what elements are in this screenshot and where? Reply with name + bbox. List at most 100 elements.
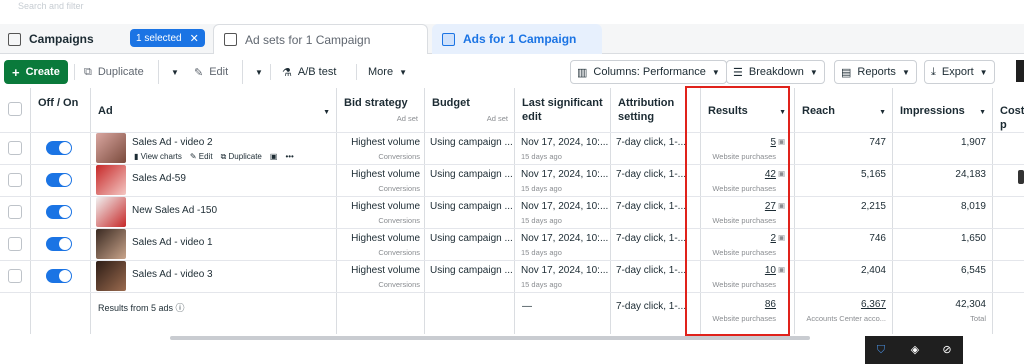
last-edit: Nov 17, 2024, 10:...	[521, 233, 609, 244]
chart-icon[interactable]: ▣	[778, 265, 785, 274]
budget: Using campaign ...	[430, 137, 513, 148]
results-value[interactable]: 2	[702, 233, 776, 244]
attribution: 7-day click, 1-...	[616, 169, 687, 180]
horizontal-scrollbar[interactable]	[170, 336, 810, 340]
ad-thumbnail[interactable]	[96, 261, 126, 291]
network-icon[interactable]: ◈	[909, 344, 921, 356]
row-checkbox[interactable]	[8, 269, 22, 283]
results-value[interactable]: 27	[702, 201, 776, 212]
row-checkbox[interactable]	[8, 173, 22, 187]
close-icon[interactable]: ✕	[190, 32, 199, 45]
sort-caret-icon: ▼	[979, 109, 986, 116]
row-toggle[interactable]	[46, 269, 72, 283]
export-button[interactable]: ⤓ Export ▼	[924, 60, 995, 84]
table-row[interactable]: Sales Ad - video 2 ▮ View charts ✎ Edit ⧉ D…	[0, 132, 1024, 164]
duplicate-link-label: Duplicate	[228, 152, 262, 161]
attribution: 7-day click, 1-...	[616, 233, 687, 244]
attribution: 7-day click, 1-...	[616, 265, 687, 276]
last-edit-sub: 15 days ago	[521, 248, 562, 257]
summary-label: Results from 5 ads ⓘ	[98, 301, 185, 314]
view-charts-link[interactable]: ▮ View charts	[134, 152, 182, 162]
chart-icon[interactable]: ▣	[778, 137, 785, 146]
more-options-icon[interactable]: •••	[285, 152, 293, 162]
table-row[interactable]: Sales Ad - video 3 Highest volume Conversi…	[0, 260, 1024, 292]
table-row[interactable]: Sales Ad - video 1 Highest volume Conversi…	[0, 228, 1024, 260]
chart-icon[interactable]: ▣	[778, 201, 785, 210]
tab-ads[interactable]: Ads for 1 Campaign	[432, 24, 602, 54]
ad-name[interactable]: Sales Ad - video 3	[132, 269, 213, 280]
results-value[interactable]: 42	[702, 169, 776, 180]
select-all-checkbox[interactable]	[8, 102, 22, 116]
image-icon[interactable]: ▣	[270, 152, 278, 162]
header-attribution[interactable]: Attribution setting	[612, 88, 700, 132]
header-budget[interactable]: Budget Ad set	[426, 88, 514, 132]
summary-results[interactable]: 86	[702, 299, 776, 310]
row-toggle[interactable]	[46, 141, 72, 155]
header-bid-label: Bid strategy	[344, 97, 408, 109]
info-icon[interactable]: ⓘ	[176, 303, 185, 313]
ad-thumbnail[interactable]	[96, 229, 126, 259]
header-ad[interactable]: Ad ▼	[92, 88, 336, 132]
create-button[interactable]: + Create	[4, 60, 68, 84]
tab-campaigns[interactable]: Campaigns 1 selected ✕	[0, 24, 210, 54]
ad-name[interactable]: New Sales Ad -150	[132, 205, 217, 216]
chart-icon[interactable]: ▣	[778, 169, 785, 178]
flask-icon: ⚗	[282, 66, 292, 79]
mute-icon[interactable]: ⊘	[941, 344, 953, 356]
columns-button[interactable]: ▥ Columns: Performance ▼	[570, 60, 727, 84]
tab-adsets[interactable]: Ad sets for 1 Campaign	[213, 24, 428, 54]
results-value[interactable]: 5	[702, 137, 776, 148]
view-charts-label: View charts	[140, 152, 182, 161]
ab-test-button[interactable]: ⚗ A/B test	[282, 60, 336, 84]
results-value[interactable]: 10	[702, 265, 776, 276]
edit-dropdown[interactable]: ▼	[242, 60, 263, 84]
duplicate-link[interactable]: ⧉ Duplicate	[221, 152, 262, 162]
results-sub: Website purchases	[712, 216, 776, 225]
header-off-on[interactable]: Off / On	[32, 88, 90, 132]
duplicate-dropdown[interactable]: ▼	[158, 60, 179, 84]
ad-icon	[442, 32, 455, 46]
header-bid-strategy[interactable]: Bid strategy Ad set	[338, 88, 424, 132]
row-checkbox[interactable]	[8, 205, 22, 219]
header-results[interactable]: Results ▼	[702, 88, 794, 132]
bid-strategy-sub: Conversions	[378, 152, 420, 161]
table-row[interactable]: New Sales Ad -150 Highest volume Conversio…	[0, 196, 1024, 228]
edit-link[interactable]: ✎ Edit	[190, 152, 213, 162]
header-impressions[interactable]: Impressions ▼	[894, 88, 992, 132]
summary-reach[interactable]: 6,367	[796, 299, 886, 310]
edit-button[interactable]: ✎ Edit	[194, 60, 228, 84]
attribution: 7-day click, 1-...	[616, 201, 687, 212]
bid-strategy-sub: Conversions	[378, 280, 420, 289]
side-handle[interactable]	[1018, 170, 1024, 184]
shield-icon[interactable]: ⛉	[875, 344, 887, 356]
row-toggle[interactable]	[46, 205, 72, 219]
chart-icon[interactable]: ▣	[778, 233, 785, 242]
ad-thumbnail[interactable]	[96, 197, 126, 227]
duplicate-button[interactable]: ⧉ Duplicate	[84, 60, 144, 84]
scroll-handle[interactable]	[1016, 60, 1024, 82]
selected-badge[interactable]: 1 selected ✕	[130, 29, 205, 47]
row-toggle[interactable]	[46, 173, 72, 187]
reports-button[interactable]: ▤ Reports ▼	[834, 60, 917, 84]
budget: Using campaign ...	[430, 201, 513, 212]
ad-thumbnail[interactable]	[96, 133, 126, 163]
last-edit: Nov 17, 2024, 10:...	[521, 169, 609, 180]
row-checkbox[interactable]	[8, 237, 22, 251]
header-cost[interactable]: Cost p	[994, 88, 1024, 132]
chevron-down-icon: ▼	[171, 67, 179, 77]
header-reach[interactable]: Reach ▼	[796, 88, 892, 132]
row-checkbox[interactable]	[8, 141, 22, 155]
ad-thumbnail[interactable]	[96, 165, 126, 195]
summary-reach-sub: Accounts Center acco...	[806, 314, 886, 323]
table-row[interactable]: Sales Ad-59 Highest volume Conversions Usin…	[0, 164, 1024, 196]
breakdown-icon: ☰	[733, 66, 743, 79]
more-button[interactable]: More ▼	[368, 60, 407, 84]
row-toggle[interactable]	[46, 237, 72, 251]
header-last-edit[interactable]: Last significant edit	[516, 88, 610, 132]
ad-name[interactable]: Sales Ad - video 1	[132, 237, 213, 248]
ad-name[interactable]: Sales Ad-59	[132, 173, 186, 184]
ad-name[interactable]: Sales Ad - video 2	[132, 137, 213, 148]
reach-value: 747	[869, 137, 886, 148]
breakdown-button[interactable]: ☰ Breakdown ▼	[726, 60, 825, 84]
search-input[interactable]: Search and filter	[0, 0, 1024, 20]
